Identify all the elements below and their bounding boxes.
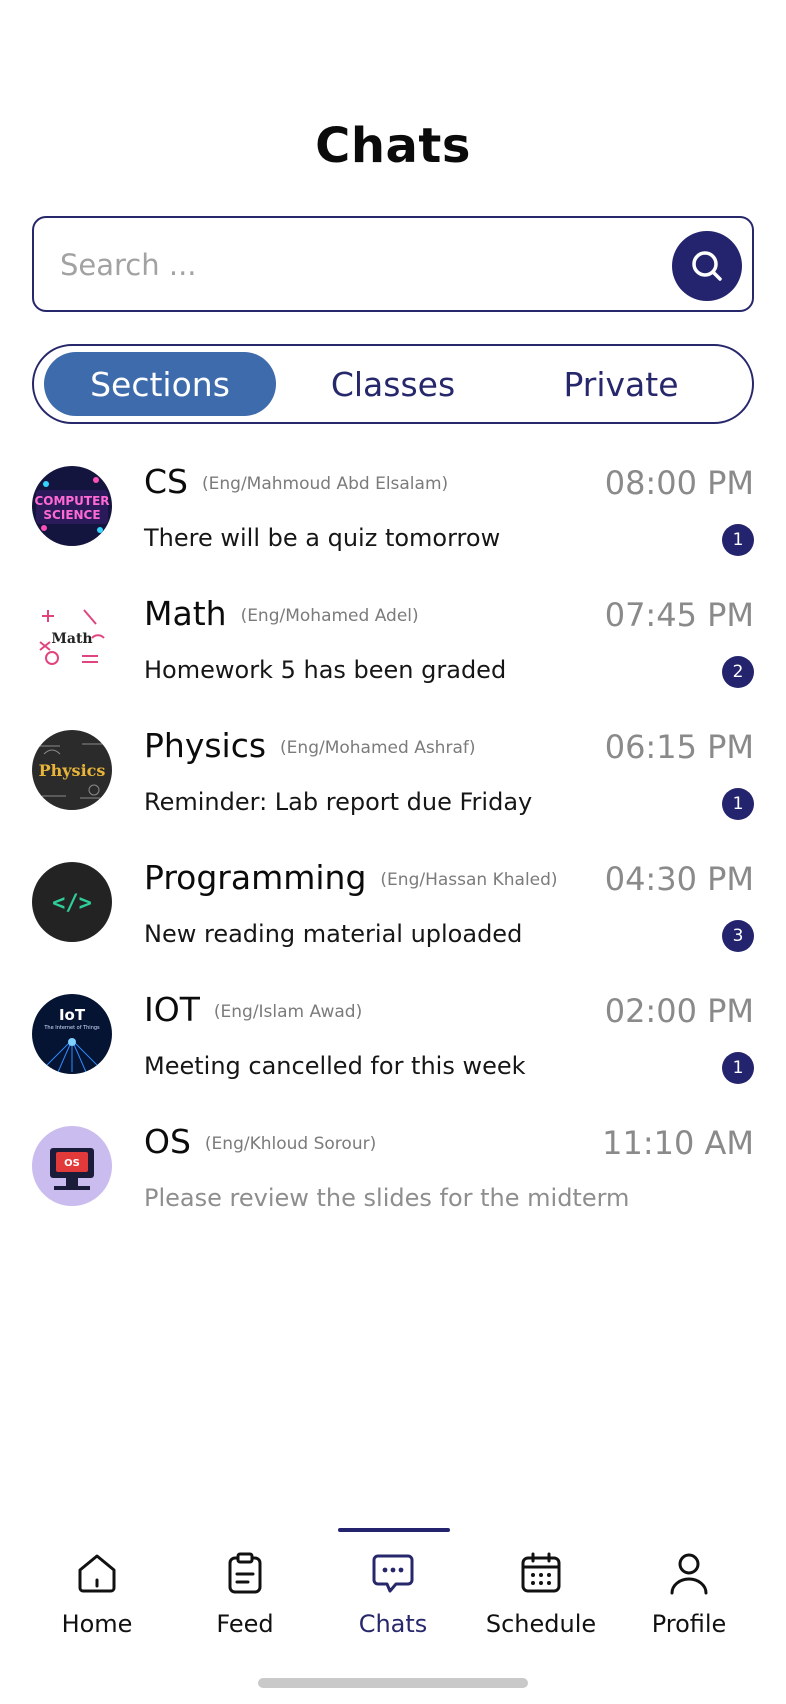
page-title: Chats <box>315 118 471 174</box>
avatar: COMPUTER SCIENCE <box>32 466 112 546</box>
nav-label: Home <box>61 1610 133 1638</box>
chat-item-programming[interactable]: </> Programming (Eng/Hassan Khaled) 04:30… <box>0 848 786 980</box>
tab-classes[interactable]: Classes <box>284 352 502 416</box>
chat-teacher: (Eng/Islam Awad) <box>213 1002 363 1022</box>
bottom-nav: Home Feed Chats Schedule Profile <box>0 1528 786 1668</box>
chat-teacher: (Eng/Mohamed Adel) <box>240 606 419 626</box>
chat-time: 02:00 PM <box>604 992 754 1030</box>
chat-last-message: Meeting cancelled for this week <box>144 1052 526 1080</box>
search-icon <box>692 251 722 281</box>
svg-text:The Internet of Things: The Internet of Things <box>43 1025 100 1031</box>
chat-name: Math (Eng/Mohamed Adel) <box>144 594 419 633</box>
chat-item-iot[interactable]: IoT The Internet of Things IOT (Eng/Islam… <box>0 980 786 1112</box>
calendar-icon <box>521 1552 561 1593</box>
chat-name: IOT (Eng/Islam Awad) <box>144 990 363 1029</box>
nav-chats[interactable]: Chats <box>328 1548 458 1658</box>
chat-time: 07:45 PM <box>604 596 754 634</box>
chat-last-message: New reading material uploaded <box>144 920 523 948</box>
chat-type-tabs: Sections Classes Private <box>32 344 754 424</box>
unread-badge: 2 <box>722 656 754 688</box>
nav-feed[interactable]: Feed <box>180 1548 310 1658</box>
svg-text:OS: OS <box>64 1158 80 1169</box>
chat-name: Programming (Eng/Hassan Khaled) <box>144 858 558 897</box>
svg-text:Physics: Physics <box>39 761 106 780</box>
search-input[interactable] <box>60 240 660 290</box>
avatar: </> <box>32 862 112 942</box>
svg-text:COMPUTER: COMPUTER <box>34 494 109 508</box>
chat-item-cs[interactable]: COMPUTER SCIENCE CS (Eng/Mahmoud Abd Elsa… <box>0 452 786 584</box>
unread-badge: 3 <box>722 920 754 952</box>
unread-badge: 1 <box>722 788 754 820</box>
nav-schedule[interactable]: Schedule <box>476 1548 606 1658</box>
chat-teacher: (Eng/Khloud Sorour) <box>204 1134 377 1154</box>
active-tab-indicator <box>338 1528 450 1532</box>
nav-label: Schedule <box>485 1610 597 1638</box>
chat-item-physics[interactable]: Physics Physics (Eng/Mohamed Ashraf) 06:1… <box>0 716 786 848</box>
avatar: Math <box>32 598 112 678</box>
chat-teacher: (Eng/Hassan Khaled) <box>380 870 558 890</box>
search-button[interactable] <box>672 231 742 301</box>
avatar: OS <box>32 1126 112 1206</box>
nav-label: Profile <box>651 1610 727 1638</box>
chat-item-os[interactable]: OS OS (Eng/Khloud Sorour) 11:10 AM Please… <box>0 1112 786 1244</box>
svg-text:SCIENCE: SCIENCE <box>43 508 100 522</box>
home-indicator <box>258 1678 528 1688</box>
nav-home[interactable]: Home <box>32 1548 162 1658</box>
chat-teacher: (Eng/Mahmoud Abd Elsalam) <box>202 474 449 494</box>
avatar: Physics <box>32 730 112 810</box>
svg-text:</>: </> <box>52 891 92 916</box>
clipboard-icon <box>228 1552 262 1594</box>
chat-last-message: Reminder: Lab report due Friday <box>144 788 533 816</box>
home-icon <box>78 1554 116 1593</box>
chat-name: Physics (Eng/Mohamed Ashraf) <box>144 726 476 765</box>
search-bar <box>32 216 754 312</box>
tab-private[interactable]: Private <box>512 352 730 416</box>
chat-last-message: Please review the slides for the midterm <box>144 1184 630 1212</box>
chat-time: 04:30 PM <box>604 860 754 898</box>
svg-text:IoT: IoT <box>59 1006 86 1024</box>
chat-last-message: There will be a quiz tomorrow <box>144 524 501 552</box>
chat-time: 08:00 PM <box>604 464 754 502</box>
unread-badge: 1 <box>722 524 754 556</box>
chat-last-message: Homework 5 has been graded <box>144 656 507 684</box>
nav-label: Chats <box>358 1610 428 1638</box>
nav-profile[interactable]: Profile <box>624 1548 754 1658</box>
chat-time: 11:10 AM <box>602 1124 754 1162</box>
chat-name: CS (Eng/Mahmoud Abd Elsalam) <box>144 462 449 501</box>
tab-sections[interactable]: Sections <box>44 352 276 416</box>
nav-label: Feed <box>216 1610 274 1638</box>
chat-item-math[interactable]: Math Math (Eng/Mohamed Adel) 07:45 PM Hom… <box>0 584 786 716</box>
avatar: IoT The Internet of Things <box>32 994 112 1074</box>
svg-text:Math: Math <box>51 631 92 647</box>
chat-bubble-icon <box>372 1554 414 1593</box>
chat-time: 06:15 PM <box>604 728 754 766</box>
chat-teacher: (Eng/Mohamed Ashraf) <box>280 738 476 758</box>
user-icon <box>670 1553 708 1595</box>
unread-badge: 1 <box>722 1052 754 1084</box>
chat-name: OS (Eng/Khloud Sorour) <box>144 1122 377 1161</box>
